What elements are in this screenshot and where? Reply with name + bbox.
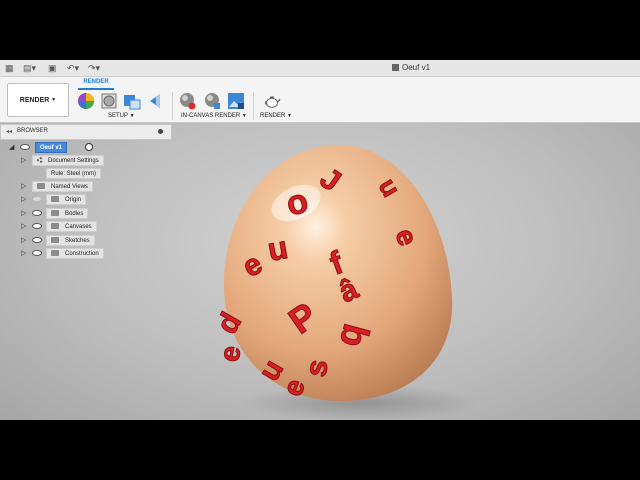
workspace-label: RENDER <box>19 96 50 104</box>
tree-item-label: Bodies <box>46 208 89 219</box>
visibility-eye-icon[interactable] <box>32 196 42 202</box>
document-title: Oeuf v1 <box>392 63 430 73</box>
tree-item-label: Construction <box>46 248 104 259</box>
folder-icon <box>51 237 59 243</box>
tree-item-label: Named Views <box>32 181 93 192</box>
triangle-expand-icon[interactable]: ◢ <box>9 143 14 151</box>
folder-icon <box>51 250 59 256</box>
tree-item-text: Construction <box>65 251 99 257</box>
gear-icon <box>37 157 43 163</box>
tab-render[interactable]: RENDER <box>78 79 114 85</box>
expand-arrow-icon[interactable]: ▷ <box>21 182 26 190</box>
chevron-down-icon: ▼ <box>51 97 57 103</box>
tree-item-label: Origin <box>46 194 87 205</box>
tree-item-text: Bodies <box>65 211 84 217</box>
expand-arrow-icon[interactable]: ▷ <box>21 156 26 164</box>
pin-icon[interactable] <box>158 129 163 134</box>
visibility-eye-icon[interactable] <box>32 223 42 229</box>
tree-item-label: Sketches <box>46 235 95 246</box>
tree-item-label: Rule: Steel (mm) <box>46 168 102 179</box>
in-canvas-render-settings-icon[interactable] <box>203 92 221 110</box>
in-canvas-render-icon[interactable] <box>178 92 196 110</box>
tree-item-text: Canvases <box>65 224 92 230</box>
folder-icon <box>37 183 45 189</box>
expand-arrow-icon[interactable]: ▷ <box>21 249 26 257</box>
visibility-eye-icon[interactable] <box>32 237 42 243</box>
tree-item-text: Rule: Steel (mm) <box>51 171 97 177</box>
visibility-eye-icon[interactable] <box>32 250 42 256</box>
tree-item-text: Document Settings <box>48 158 99 164</box>
tree-item-text: Named Views <box>51 184 88 190</box>
grid-menu-icon[interactable]: ▦ <box>5 63 14 73</box>
toolbar-ribbon: RENDER ▼ RENDER SETUP ▼ IN-CANVAS RENDER… <box>0 77 640 123</box>
expand-arrow-icon[interactable]: ▷ <box>21 222 26 230</box>
folder-icon <box>51 210 59 216</box>
collapse-arrow-icon[interactable]: ◂◂ <box>6 128 12 135</box>
undo-icon[interactable]: ↶▾ <box>67 63 79 73</box>
folder-icon <box>51 223 59 229</box>
tree-item-text: Sketches <box>65 238 90 244</box>
tree-root-label[interactable]: Oeuf v1 <box>35 142 68 153</box>
texture-map-icon[interactable] <box>123 92 141 110</box>
active-tab-indicator <box>78 88 114 90</box>
chevron-down-icon: ▼ <box>241 113 247 119</box>
tree-item-label: Canvases <box>46 221 97 232</box>
tree-item-text: Origin <box>65 197 82 203</box>
appearance-icon[interactable] <box>77 92 95 110</box>
divider <box>172 92 173 120</box>
group-in-canvas-render-label: IN-CANVAS RENDER <box>181 113 241 119</box>
folder-icon <box>51 196 59 202</box>
document-cube-icon <box>392 64 399 71</box>
visibility-eye-icon[interactable] <box>20 144 30 150</box>
tree-root-text: Oeuf v1 <box>40 145 63 151</box>
file-menu-icon[interactable]: ▤▾ <box>23 63 36 73</box>
group-setup-label: SETUP <box>108 113 128 119</box>
group-in-canvas-render[interactable]: IN-CANVAS RENDER ▼ <box>181 113 247 119</box>
document-title-text: Oeuf v1 <box>402 63 431 72</box>
expand-arrow-icon[interactable]: ▷ <box>21 195 26 203</box>
chevron-down-icon: ▼ <box>287 113 292 119</box>
divider <box>253 92 254 120</box>
tree-item-label: Document Settings <box>32 155 104 166</box>
app-window: ▦ ▤▾ ▣ ↶▾ ↷▾ Oeuf v1 RENDER ▼ RENDER SET… <box>0 60 640 420</box>
workspace-dropdown[interactable]: RENDER ▼ <box>7 83 69 117</box>
group-render-label: RENDER <box>260 113 286 119</box>
expand-arrow-icon[interactable]: ▷ <box>21 209 26 217</box>
chevron-down-icon: ▼ <box>129 113 135 119</box>
save-icon[interactable]: ▣ <box>48 63 57 73</box>
teapot-render-icon[interactable] <box>263 92 281 110</box>
visibility-eye-icon[interactable] <box>32 210 42 216</box>
group-setup[interactable]: SETUP ▼ <box>108 113 135 119</box>
scene-settings-icon[interactable] <box>100 92 118 110</box>
decal-icon[interactable] <box>146 92 164 110</box>
group-render[interactable]: RENDER ▼ <box>260 113 292 119</box>
capture-image-icon[interactable] <box>227 92 245 110</box>
expand-arrow-icon[interactable]: ▷ <box>21 236 26 244</box>
redo-icon[interactable]: ↷▾ <box>88 63 100 73</box>
title-bar: ▦ ▤▾ ▣ ↶▾ ↷▾ Oeuf v1 <box>0 60 640 77</box>
browser-title: BROWSER <box>17 128 49 134</box>
activate-radio-icon[interactable] <box>85 143 93 151</box>
browser-panel-header[interactable]: ◂◂ BROWSER <box>0 124 172 140</box>
